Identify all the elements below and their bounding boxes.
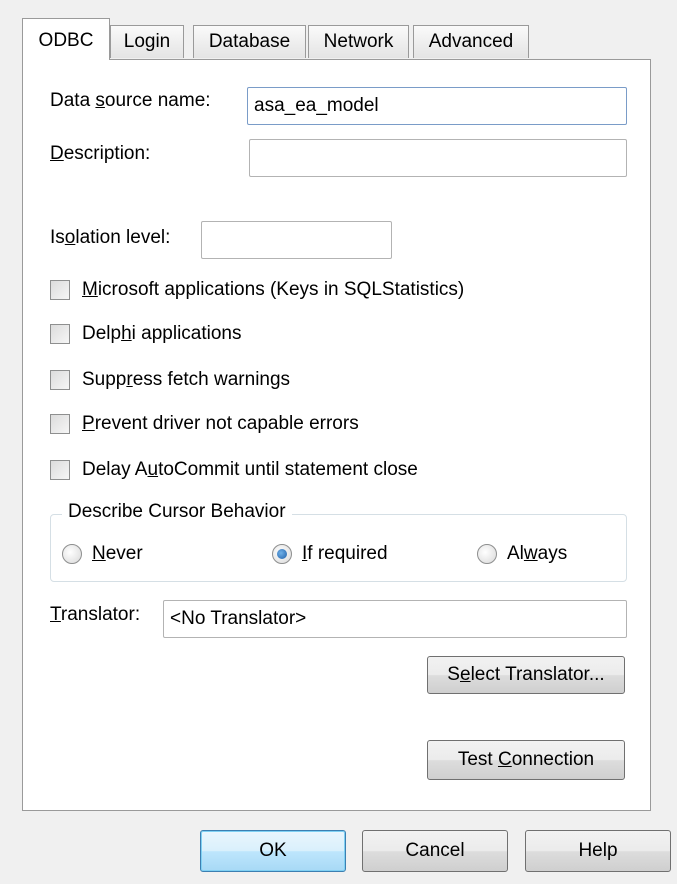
checkbox-prevent-driver-errors[interactable]: Prevent driver not capable errors [50, 412, 359, 436]
checkbox-label: Suppress fetch warnings [82, 369, 291, 390]
radio-button[interactable] [272, 544, 292, 564]
checkbox-box[interactable] [50, 324, 70, 344]
dsn-input[interactable] [247, 87, 627, 125]
translator-label: Translator: [50, 604, 141, 625]
radio-label: Never [92, 543, 143, 564]
translator-field[interactable] [163, 600, 627, 638]
isolation-level-input[interactable] [201, 221, 392, 259]
checkbox-box[interactable] [50, 460, 70, 480]
checkbox-label: Delphi applications [82, 323, 242, 344]
ok-button[interactable]: OK [200, 830, 346, 872]
radio-if-required[interactable]: If required [272, 541, 388, 567]
checkbox-delay-autocommit[interactable]: Delay AutoCommit until statement close [50, 458, 418, 482]
checkbox-label: Delay AutoCommit until statement close [82, 459, 418, 480]
select-translator-button[interactable]: Select Translator... [427, 656, 625, 694]
radio-label: Always [507, 543, 568, 564]
checkbox-box[interactable] [50, 370, 70, 390]
radio-never[interactable]: Never [62, 541, 143, 567]
cancel-button[interactable]: Cancel [362, 830, 508, 872]
radio-button[interactable] [477, 544, 497, 564]
dsn-label: Data source name: [50, 90, 211, 111]
radio-label: If required [302, 543, 388, 564]
checkbox-box[interactable] [50, 414, 70, 434]
checkbox-label: Microsoft applications (Keys in SQLStati… [82, 279, 465, 300]
test-connection-button[interactable]: Test Connection [427, 740, 625, 780]
checkbox-delphi-apps[interactable]: Delphi applications [50, 322, 242, 346]
radio-button[interactable] [62, 544, 82, 564]
checkbox-suppress-fetch-warnings[interactable]: Suppress fetch warnings [50, 368, 290, 392]
description-label: Description: [50, 143, 151, 164]
help-button[interactable]: Help [525, 830, 671, 872]
checkbox-microsoft-apps[interactable]: Microsoft applications (Keys in SQLStati… [50, 278, 464, 302]
isolation-level-label: Isolation level: [50, 227, 171, 248]
radio-always[interactable]: Always [477, 541, 567, 567]
cursor-behavior-title: Describe Cursor Behavior [62, 501, 292, 523]
checkbox-label: Prevent driver not capable errors [82, 413, 359, 434]
checkbox-box[interactable] [50, 280, 70, 300]
description-input[interactable] [249, 139, 627, 177]
